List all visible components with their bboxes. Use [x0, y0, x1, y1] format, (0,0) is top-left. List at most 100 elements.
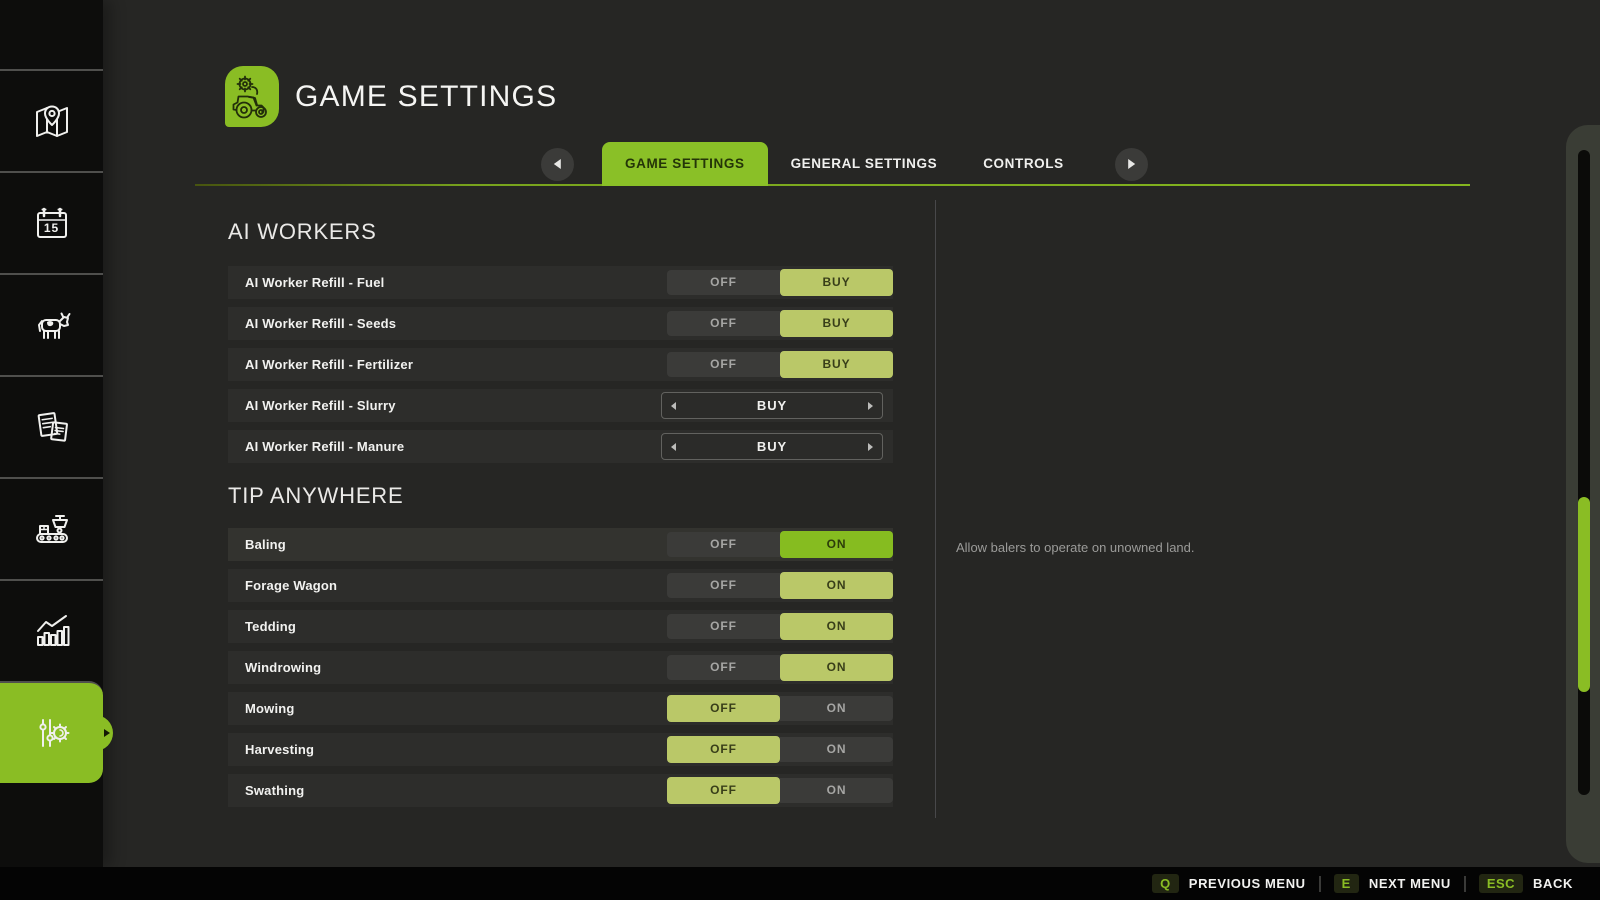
selector-right-arrow-icon[interactable]	[868, 402, 873, 410]
option-off[interactable]: OFF	[667, 695, 780, 722]
hint-label: NEXT MENU	[1369, 876, 1451, 891]
setting-row-ai-worker-refill-fuel[interactable]: AI Worker Refill - Fuel OFFBUY	[228, 266, 893, 299]
selector-value: BUY	[757, 439, 787, 454]
sidebar-item-contracts[interactable]	[0, 375, 103, 477]
hint-separator	[1464, 876, 1466, 892]
toggle-windrowing: OFFON	[667, 655, 893, 680]
animals-icon	[30, 303, 74, 347]
option-on[interactable]: ON	[780, 778, 893, 803]
option-off[interactable]: OFF	[667, 532, 780, 557]
key-badge-e: E	[1334, 874, 1359, 893]
hint-previous-menu[interactable]: Q PREVIOUS MENU	[1152, 874, 1306, 893]
sidebar-item-map[interactable]	[0, 69, 103, 171]
tab-game-settings[interactable]: GAME SETTINGS	[602, 142, 768, 186]
option-on[interactable]: ON	[780, 531, 893, 558]
map-icon	[30, 99, 74, 143]
selector-left-arrow-icon[interactable]	[671, 443, 676, 451]
settings-list: AI WORKERSAI Worker Refill - FuelOFFBUYA…	[228, 200, 893, 815]
option-on[interactable]: ON	[780, 654, 893, 681]
toggle-mowing: OFFON	[667, 696, 893, 721]
setting-row-mowing[interactable]: Mowing OFFON	[228, 692, 893, 725]
setting-row-forage-wagon[interactable]: Forage Wagon OFFON	[228, 569, 893, 602]
setting-label: AI Worker Refill - Slurry	[245, 398, 396, 413]
section-title: TIP ANYWHERE	[228, 478, 893, 514]
setting-label: AI Worker Refill - Fertilizer	[245, 357, 413, 372]
setting-label: Forage Wagon	[245, 578, 337, 593]
setting-label: Baling	[245, 537, 286, 552]
selector-right-arrow-icon[interactable]	[868, 443, 873, 451]
hint-separator	[1319, 876, 1321, 892]
option-off[interactable]: OFF	[667, 614, 780, 639]
option-off[interactable]: OFF	[667, 736, 780, 763]
calendar-icon: 15	[30, 201, 74, 245]
option-buy[interactable]: BUY	[780, 310, 893, 337]
tab-general-settings[interactable]: GENERAL SETTINGS	[768, 142, 961, 186]
tabs-next-arrow-icon[interactable]	[1115, 148, 1148, 181]
panel-divider	[935, 200, 936, 818]
sidebar-item-calendar[interactable]: 15	[0, 171, 103, 273]
option-off[interactable]: OFF	[667, 573, 780, 598]
setting-row-ai-worker-refill-fertilizer[interactable]: AI Worker Refill - Fertilizer OFFBUY	[228, 348, 893, 381]
option-off[interactable]: OFF	[667, 655, 780, 680]
setting-label: Mowing	[245, 701, 295, 716]
section-ai-workers: AI WORKERSAI Worker Refill - FuelOFFBUYA…	[228, 214, 893, 463]
setting-label: AI Worker Refill - Seeds	[245, 316, 396, 331]
setting-label: Tedding	[245, 619, 296, 634]
section-title: AI WORKERS	[228, 214, 893, 250]
key-badge-esc: ESC	[1479, 874, 1523, 893]
option-on[interactable]: ON	[780, 572, 893, 599]
option-off[interactable]: OFF	[667, 352, 780, 377]
setting-label: AI Worker Refill - Fuel	[245, 275, 384, 290]
option-off[interactable]: OFF	[667, 270, 780, 295]
setting-row-harvesting[interactable]: Harvesting OFFON	[228, 733, 893, 766]
option-on[interactable]: ON	[780, 613, 893, 640]
scrollbar-thumb[interactable]	[1578, 497, 1590, 692]
tab-controls[interactable]: CONTROLS	[960, 142, 1087, 186]
scrollbar-track[interactable]	[1578, 150, 1590, 795]
toggle-tedding: OFFON	[667, 614, 893, 639]
toggle-swathing: OFFON	[667, 778, 893, 803]
setting-row-ai-worker-refill-manure[interactable]: AI Worker Refill - Manure BUY	[228, 430, 893, 463]
setting-label: AI Worker Refill - Manure	[245, 439, 404, 454]
tab-list: GAME SETTINGSGENERAL SETTINGSCONTROLS	[602, 142, 1087, 186]
tabs-previous-arrow-icon[interactable]	[541, 148, 574, 181]
selector-left-arrow-icon[interactable]	[671, 402, 676, 410]
option-buy[interactable]: BUY	[780, 269, 893, 296]
setting-row-tedding[interactable]: Tedding OFFON	[228, 610, 893, 643]
sidebar-item-settings[interactable]	[0, 681, 103, 783]
option-off[interactable]: OFF	[667, 311, 780, 336]
toggle-ai-worker-refill-fertilizer: OFFBUY	[667, 352, 893, 377]
toggle-ai-worker-refill-seeds: OFFBUY	[667, 311, 893, 336]
key-badge-q: Q	[1152, 874, 1179, 893]
setting-row-baling[interactable]: Baling OFFON	[228, 528, 893, 561]
toggle-harvesting: OFFON	[667, 737, 893, 762]
setting-row-ai-worker-refill-slurry[interactable]: AI Worker Refill - Slurry BUY	[228, 389, 893, 422]
settings-icon	[30, 711, 74, 755]
option-off[interactable]: OFF	[667, 777, 780, 804]
selector-value: BUY	[757, 398, 787, 413]
option-on[interactable]: ON	[780, 696, 893, 721]
hint-back[interactable]: ESC BACK	[1479, 874, 1573, 893]
setting-row-swathing[interactable]: SwathingOFFON	[228, 774, 893, 807]
active-item-arrow-icon	[104, 729, 110, 737]
setting-label: Harvesting	[245, 742, 314, 757]
sidebar-item-production[interactable]	[0, 477, 103, 579]
sidebar-item-statistics[interactable]	[0, 579, 103, 681]
game-settings-screen: GAME SETTINGS GAME SETTINGSGENERAL SETTI…	[0, 0, 1600, 900]
sidebar: 15	[0, 0, 103, 867]
hint-label: PREVIOUS MENU	[1189, 876, 1306, 891]
hint-next-menu[interactable]: E NEXT MENU	[1334, 874, 1451, 893]
setting-label: Windrowing	[245, 660, 321, 675]
setting-description: Allow balers to operate on unowned land.	[956, 540, 1376, 555]
sidebar-spacer	[0, 0, 103, 69]
setting-row-windrowing[interactable]: Windrowing OFFON	[228, 651, 893, 684]
selector-ai-worker-refill-slurry[interactable]: BUY	[661, 392, 883, 419]
option-on[interactable]: ON	[780, 737, 893, 762]
tractor-gear-icon	[225, 66, 279, 127]
setting-row-ai-worker-refill-seeds[interactable]: AI Worker Refill - Seeds OFFBUY	[228, 307, 893, 340]
calendar-day-label: 15	[30, 221, 74, 235]
sidebar-item-animals[interactable]	[0, 273, 103, 375]
selector-ai-worker-refill-manure[interactable]: BUY	[661, 433, 883, 460]
option-buy[interactable]: BUY	[780, 351, 893, 378]
hint-label: BACK	[1533, 876, 1573, 891]
